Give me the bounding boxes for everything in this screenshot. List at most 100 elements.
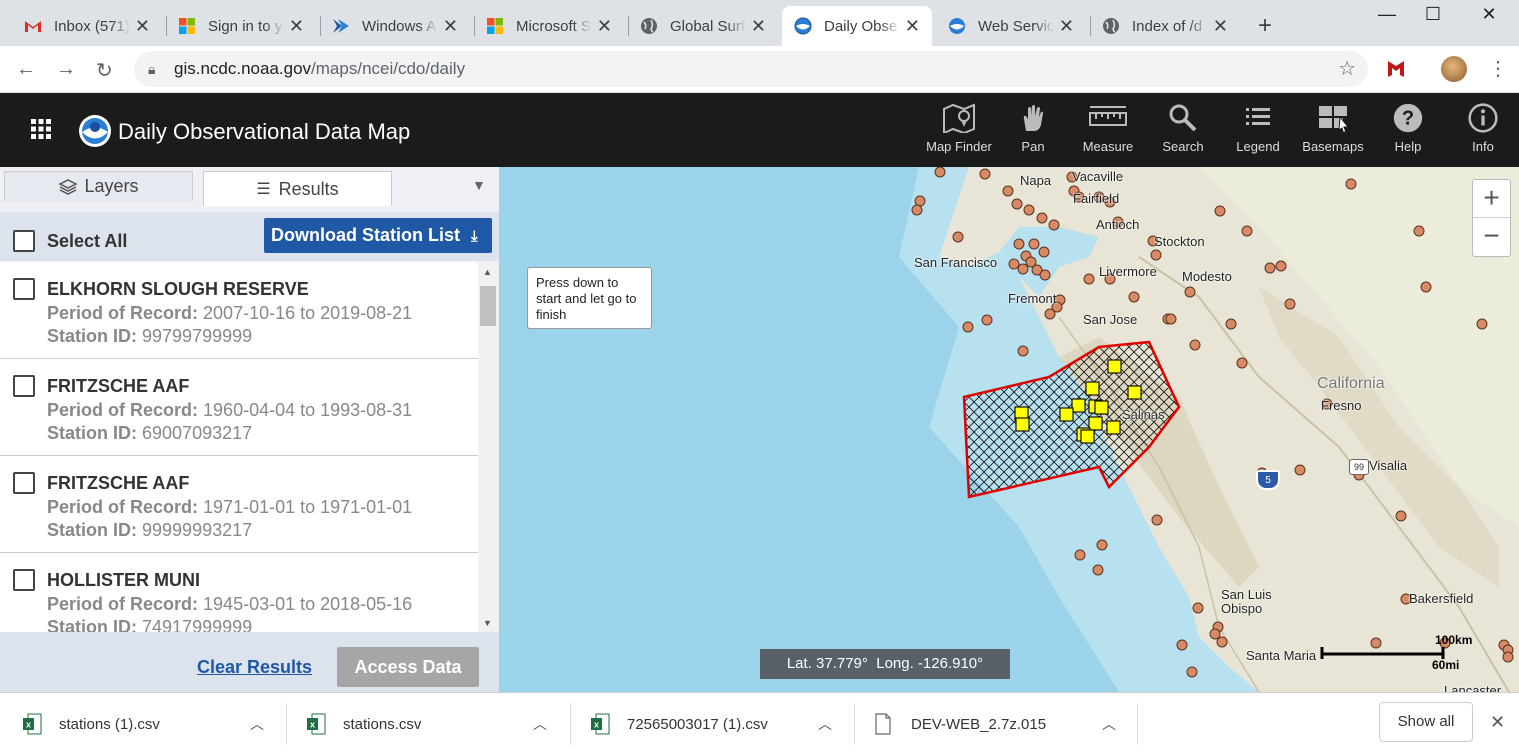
app-grid-icon[interactable] [31,119,51,139]
download-item[interactable]: x stations.csv ︿ [306,693,556,755]
browser-tab[interactable]: Global Surf ✕ [628,6,778,46]
chevron-up-icon[interactable]: ︿ [818,714,832,734]
bookmark-star-icon[interactable]: ☆ [1338,51,1356,87]
browser-tab[interactable]: Inbox (571) ✕ [12,6,162,46]
place-label: Napa [1020,173,1052,188]
select-all-label: Select All [47,231,128,251]
list-item[interactable]: ELKHORN SLOUGH RESERVE Period of Record:… [0,262,478,359]
region-label: California [1317,375,1385,392]
zoom-out-button[interactable]: − [1473,218,1510,256]
download-station-list-button[interactable]: Download Station List ⤓ [264,218,492,253]
back-icon[interactable]: ← [16,58,36,81]
pan-button[interactable]: Pan [995,103,1071,154]
list-item[interactable]: HOLLISTER MUNI Period of Record: 1945-03… [0,553,478,632]
tab-results[interactable]: ☰ Results [203,171,392,206]
browser-tab[interactable]: Sign in to y ✕ [166,6,316,46]
zoom-in-button[interactable]: + [1473,180,1510,218]
close-tab-icon[interactable]: ✕ [289,17,304,35]
url-path: /maps/ncei/cdo/daily [311,59,466,78]
help-button[interactable]: ? Help [1370,103,1446,154]
clear-results-link[interactable]: Clear Results [197,657,312,678]
close-shelf-icon[interactable]: ✕ [1490,712,1505,733]
tab-title: Web Servic [978,17,1054,35]
url-host: gis.ncdc.noaa.gov [174,59,312,78]
microsoft-icon [487,18,503,34]
chevron-up-icon[interactable]: ︿ [533,714,547,734]
station-checkbox[interactable] [13,472,35,494]
place-label: Stockton [1154,234,1205,249]
close-tab-icon[interactable]: ✕ [597,17,612,35]
map-finder-button[interactable]: Map Finder [921,103,997,154]
list-item[interactable]: FRITZSCHE AAF Period of Record: 1960-04-… [0,359,478,456]
new-tab-icon[interactable]: + [1258,12,1272,40]
tab-results-label: Results [278,178,339,199]
mcafee-icon[interactable] [1386,59,1406,79]
close-tab-icon[interactable]: ✕ [1059,17,1074,35]
scrollbar-thumb[interactable] [480,286,496,326]
chevron-up-icon[interactable]: ︿ [1102,714,1116,734]
place-label: Vacaville [1072,169,1124,184]
avatar[interactable] [1441,56,1467,82]
close-window-icon[interactable]: ✕ [1466,0,1512,28]
download-shelf: x stations (1).csv ︿ x stations.csv ︿ x … [0,692,1519,754]
tab-title: Inbox (571) [54,17,130,35]
scroll-down-icon[interactable]: ▼ [483,618,492,628]
browser-tab[interactable]: Windows A ✕ [320,6,470,46]
station-checkbox[interactable] [13,569,35,591]
browser-tab[interactable]: Web Servic ✕ [936,6,1086,46]
tab-layers[interactable]: Layers [4,171,193,201]
chevron-up-icon[interactable]: ︿ [250,714,264,734]
station-id: Station ID: 69007093217 [47,423,252,444]
minimize-icon[interactable]: — [1364,0,1410,28]
highway-shield: 99 [1349,459,1369,475]
tab-title: Daily Obse [824,17,898,35]
select-all-checkbox[interactable] [13,230,35,252]
download-item[interactable]: x stations (1).csv ︿ [22,693,272,755]
map-view[interactable]: Napa Vacaville Fairfield Antioch Stockto… [499,167,1519,692]
access-data-button[interactable]: Access Data [337,647,479,687]
download-item[interactable]: DEV-WEB_2.7z.015 ︿ [874,693,1124,755]
list-scrollbar[interactable]: ▲ ▼ [478,262,498,632]
address-bar[interactable]: 🔒︎ gis.ncdc.noaa.gov/maps/ncei/cdo/daily… [134,51,1368,87]
tool-label: Help [1394,139,1422,154]
tab-title: Index of /d [1132,17,1203,35]
measure-button[interactable]: Measure [1070,103,1146,154]
browser-tab-strip: Inbox (571) ✕ Sign in to y ✕ Windows A ✕… [0,0,1519,46]
reload-icon[interactable]: ↻ [96,58,113,83]
basemaps-button[interactable]: Basemaps [1295,103,1371,154]
browser-tab[interactable]: Microsoft S ✕ [474,6,624,46]
svg-text:x: x [310,720,315,730]
measure-tooltip: Press down to start and let go to finish [527,267,652,329]
gmail-icon [25,21,41,32]
station-checkbox[interactable] [13,278,35,300]
noaa-icon [794,17,812,35]
forward-icon[interactable]: → [56,58,76,81]
interstate-shield: 5 [1256,470,1280,490]
download-item[interactable]: x 72565003017 (1).csv ︿ [590,693,840,755]
place-label: Lancaster [1444,683,1502,692]
maximize-icon[interactable]: ☐ [1410,0,1456,28]
close-tab-icon[interactable]: ✕ [135,17,150,35]
results-panel: Layers ☰ Results ▼ Select All Download S… [0,167,499,692]
close-tab-icon[interactable]: ✕ [751,17,766,35]
panel-collapse-icon[interactable]: ▼ [472,177,486,193]
legend-button[interactable]: Legend [1220,103,1296,154]
download-icon: ⤓ [471,228,478,245]
search-button[interactable]: Search [1145,103,1221,154]
station-id-label: Station ID: [47,617,137,632]
menu-dots-icon[interactable]: ⋮ [1488,56,1508,81]
browser-tab[interactable]: Index of /d ✕ [1090,6,1240,46]
browser-tab-active[interactable]: Daily Obse ✕ [782,6,932,46]
list-item[interactable]: FRITZSCHE AAF Period of Record: 1971-01-… [0,456,478,553]
close-tab-icon[interactable]: ✕ [443,17,458,35]
station-checkbox[interactable] [13,375,35,397]
close-tab-icon[interactable]: ✕ [905,17,920,35]
info-button[interactable]: Info [1445,103,1519,154]
tab-title: Microsoft S [516,17,592,35]
globe-icon [1103,18,1119,34]
place-label: San Jose [1083,312,1138,327]
show-all-button[interactable]: Show all [1379,702,1473,742]
scroll-up-icon[interactable]: ▲ [483,267,492,277]
period-label: Period of Record: [47,303,199,323]
close-tab-icon[interactable]: ✕ [1213,17,1228,35]
